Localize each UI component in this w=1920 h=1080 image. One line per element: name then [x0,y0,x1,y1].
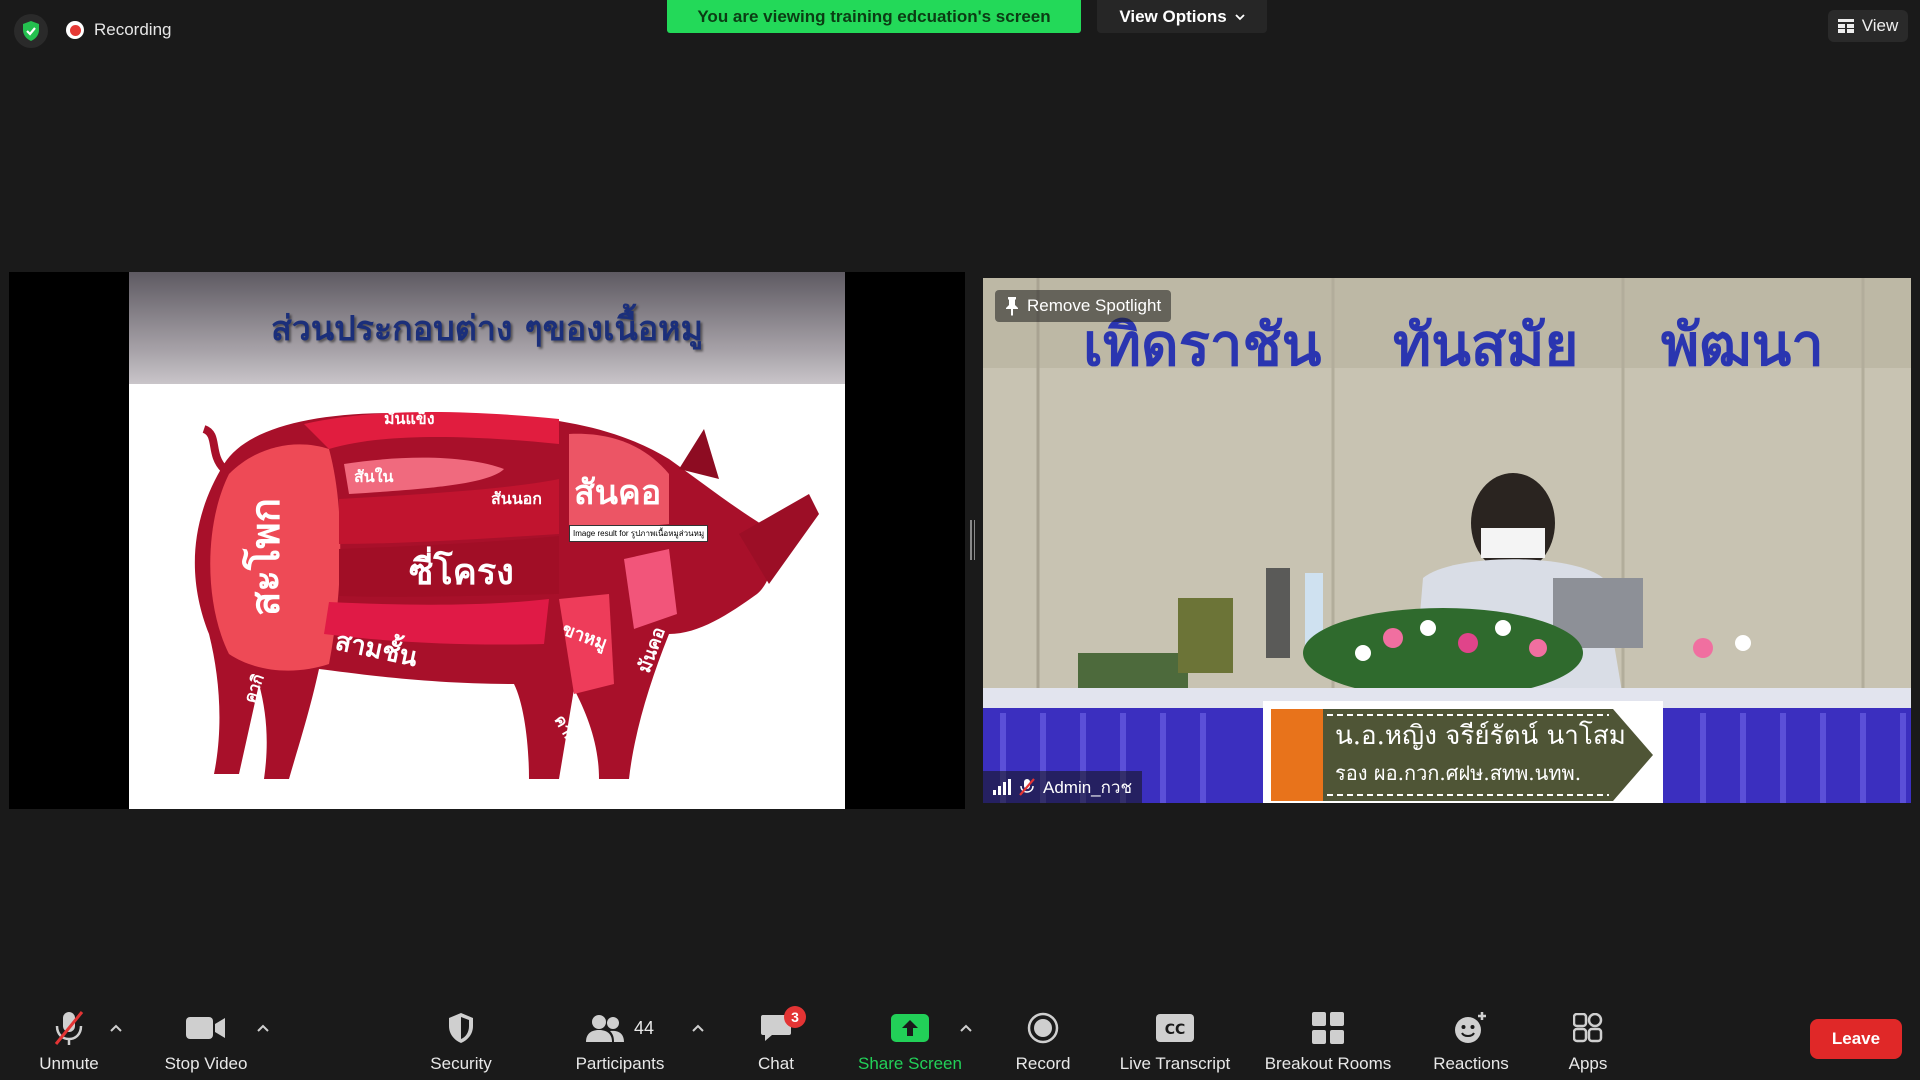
shared-screen-panel[interactable]: ส่วนประกอบต่าง ๆของเนื้อหมู มันแข็ง สันใ… [9,272,965,809]
video-options-caret[interactable] [255,1020,271,1036]
recording-icon [66,21,84,39]
view-options-button[interactable]: View Options [1097,0,1267,33]
signal-strength-icon [993,779,1011,795]
participant-name-tag: Admin_กวช [983,771,1143,803]
chevron-down-icon [1235,13,1245,20]
muted-mic-icon [1019,778,1035,796]
pig-label-ham: สะโพก [242,498,289,616]
pig-label-ribs: ซี่โครง [409,546,514,593]
presentation-slide: ส่วนประกอบต่าง ๆของเนื้อหมู มันแข็ง สันใ… [129,272,845,809]
caption-position: รอง ผอ.กวก.ศฝษ.สทพ.นทพ. [1335,761,1582,785]
caption-orange-bar [1271,709,1323,801]
pig-label-tenderloin: สันใน [354,467,394,486]
participants-icon [585,1015,624,1042]
share-screen-icon [891,1014,929,1042]
chevron-up-icon [257,1024,269,1032]
breakout-rooms-button[interactable]: Breakout Rooms [1258,990,1398,1080]
svg-text:CC: CC [1165,1022,1186,1038]
chevron-up-icon [960,1024,972,1032]
share-options-caret[interactable] [958,1020,974,1036]
chevron-up-icon [110,1024,122,1032]
video-banner-word-2: ทันสมัย [1393,311,1579,379]
name-caption-board: น.อ.หญิง จรีย์รัตน์ นาโสม รอง ผอ.กวก.ศฝษ… [1263,701,1663,803]
participants-count: 44 [633,1017,655,1038]
chevron-up-icon [692,1024,704,1032]
live-transcript-button[interactable]: CC Live Transcript [1110,990,1240,1080]
breakout-rooms-icon [1312,1012,1344,1044]
apps-label: Apps [1568,1054,1608,1073]
pig-label-shoulder: สันคอ [574,473,661,513]
participants-label: Participants [575,1054,665,1073]
meeting-toolbar: Unmute Stop Video Security 44 Participan… [0,990,1920,1080]
chat-unread-badge: 3 [784,1006,806,1028]
panel-splitter-handle[interactable] [970,520,975,560]
slide-title-bar: ส่วนประกอบต่าง ๆของเนื้อหมู [129,272,845,384]
security-button[interactable]: Security [416,990,506,1080]
security-label: Security [430,1054,492,1073]
recording-indicator[interactable]: Recording [66,16,172,44]
stop-video-button[interactable]: Stop Video [156,990,256,1080]
participant-name: Admin_กวช [1043,777,1133,797]
pig-label-fatback: มันแข็ง [384,407,435,428]
pig-label-loin: สันนอก [491,489,542,508]
reactions-button[interactable]: Reactions [1421,990,1521,1080]
recording-label: Recording [94,20,172,39]
caption-name: น.อ.หญิง จรีย์รัตน์ นาโสม [1335,721,1626,751]
reactions-smiley-icon [1455,1012,1486,1043]
live-transcript-label: Live Transcript [1119,1054,1231,1073]
unmute-button[interactable]: Unmute [24,990,114,1080]
view-label: View [1861,16,1899,35]
video-banner-word-3: พัฒนา [1661,311,1824,379]
muted-mic-icon [54,1011,84,1045]
record-label: Record [1015,1054,1071,1073]
record-icon [1027,1012,1059,1044]
chat-label: Chat [758,1054,794,1073]
viewing-screen-banner: You are viewing training edcuation's scr… [667,0,1081,33]
audio-options-caret[interactable] [108,1020,124,1036]
participants-options-caret[interactable] [690,1020,706,1036]
record-button[interactable]: Record [1003,990,1083,1080]
grid-view-icon [1837,19,1854,33]
spotlight-video-panel[interactable]: เทิดราชัน ทันสมัย พัฒนา น.อ.หญิง จรีย์รั… [983,278,1911,803]
remove-spotlight-button[interactable]: Remove Spotlight [995,290,1172,322]
pig-cuts-diagram: มันแข็ง สันใน สันนอก สันคอ สะโพก ซี่โครง… [194,407,819,779]
security-shield-icon [449,1013,473,1043]
stop-video-label: Stop Video [164,1054,248,1073]
share-screen-button[interactable]: Share Screen [850,990,970,1080]
unmute-label: Unmute [39,1054,99,1073]
participants-button[interactable]: 44 Participants [560,990,680,1080]
slide-title: ส่วนประกอบต่าง ๆของเนื้อหมู [270,309,704,349]
pin-icon [1006,297,1018,316]
view-layout-button[interactable]: View [1828,10,1908,42]
breakout-rooms-label: Breakout Rooms [1264,1054,1392,1073]
image-tooltip: Image result for รูปภาพเนื้อหมูส่วนหมู [569,525,709,542]
apps-icon [1573,1013,1603,1043]
leave-meeting-button[interactable]: Leave [1810,1019,1902,1059]
reactions-label: Reactions [1433,1054,1509,1073]
security-shield-icon[interactable] [14,14,48,48]
closed-caption-icon: CC [1156,1014,1194,1042]
apps-button[interactable]: Apps [1553,990,1623,1080]
video-camera-icon [186,1017,225,1039]
share-screen-label: Share Screen [858,1054,962,1073]
view-options-label: View Options [1119,6,1227,26]
chat-button[interactable]: 3 Chat [741,990,811,1080]
remove-spotlight-label: Remove Spotlight [1027,296,1162,315]
